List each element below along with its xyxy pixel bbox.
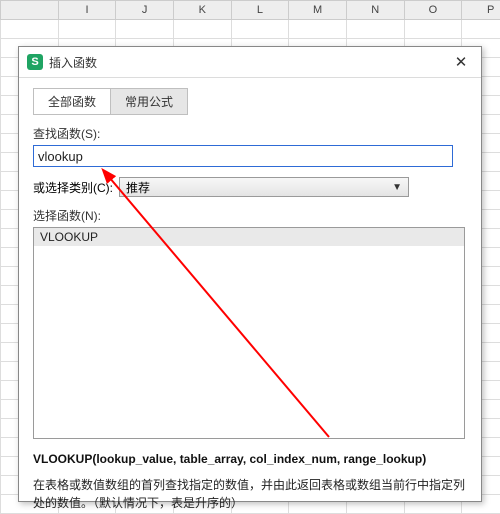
function-signature: VLOOKUP(lookup_value, table_array, col_i…	[33, 451, 467, 468]
column-header[interactable]: N	[346, 1, 404, 20]
category-select[interactable]: 推荐 ▼	[119, 177, 409, 197]
cell[interactable]	[58, 20, 116, 39]
function-listbox[interactable]: VLOOKUP	[33, 227, 465, 439]
category-value: 推荐	[126, 179, 150, 196]
column-header[interactable]: L	[231, 1, 289, 20]
chevron-down-icon: ▼	[392, 182, 402, 193]
cell[interactable]	[231, 20, 289, 39]
cell[interactable]	[462, 20, 500, 39]
titlebar: S 插入函数 ✕	[19, 47, 481, 78]
column-header[interactable]: J	[116, 1, 174, 20]
function-description: 在表格或数值数组的首列查找指定的数值，并由此返回表格或数组当前行中指定列处的数值…	[33, 476, 467, 512]
column-header[interactable]: I	[58, 1, 116, 20]
select-function-label: 选择函数(N):	[33, 207, 467, 224]
close-button[interactable]: ✕	[449, 50, 473, 74]
search-input[interactable]	[33, 145, 453, 167]
cell[interactable]	[1, 20, 59, 39]
column-header[interactable]: K	[173, 1, 231, 20]
cell[interactable]	[404, 20, 462, 39]
category-label: 或选择类别(C):	[33, 179, 113, 196]
cell[interactable]	[289, 20, 347, 39]
search-label: 查找函数(S):	[33, 125, 467, 142]
tab-all-functions[interactable]: 全部函数	[34, 89, 111, 114]
column-header[interactable]: P	[462, 1, 500, 20]
function-item[interactable]: VLOOKUP	[34, 228, 464, 246]
column-header[interactable]	[1, 1, 59, 20]
insert-function-dialog: S 插入函数 ✕ 全部函数常用公式 查找函数(S): 或选择类别(C): 推荐 …	[18, 46, 482, 502]
app-logo-icon: S	[27, 54, 43, 70]
tab-bar: 全部函数常用公式	[33, 88, 188, 115]
tab-common-formulas[interactable]: 常用公式	[111, 89, 187, 114]
cell[interactable]	[346, 20, 404, 39]
cell[interactable]	[173, 20, 231, 39]
column-header[interactable]: M	[289, 1, 347, 20]
cell[interactable]	[116, 20, 174, 39]
column-header[interactable]: O	[404, 1, 462, 20]
dialog-title: 插入函数	[49, 54, 449, 71]
